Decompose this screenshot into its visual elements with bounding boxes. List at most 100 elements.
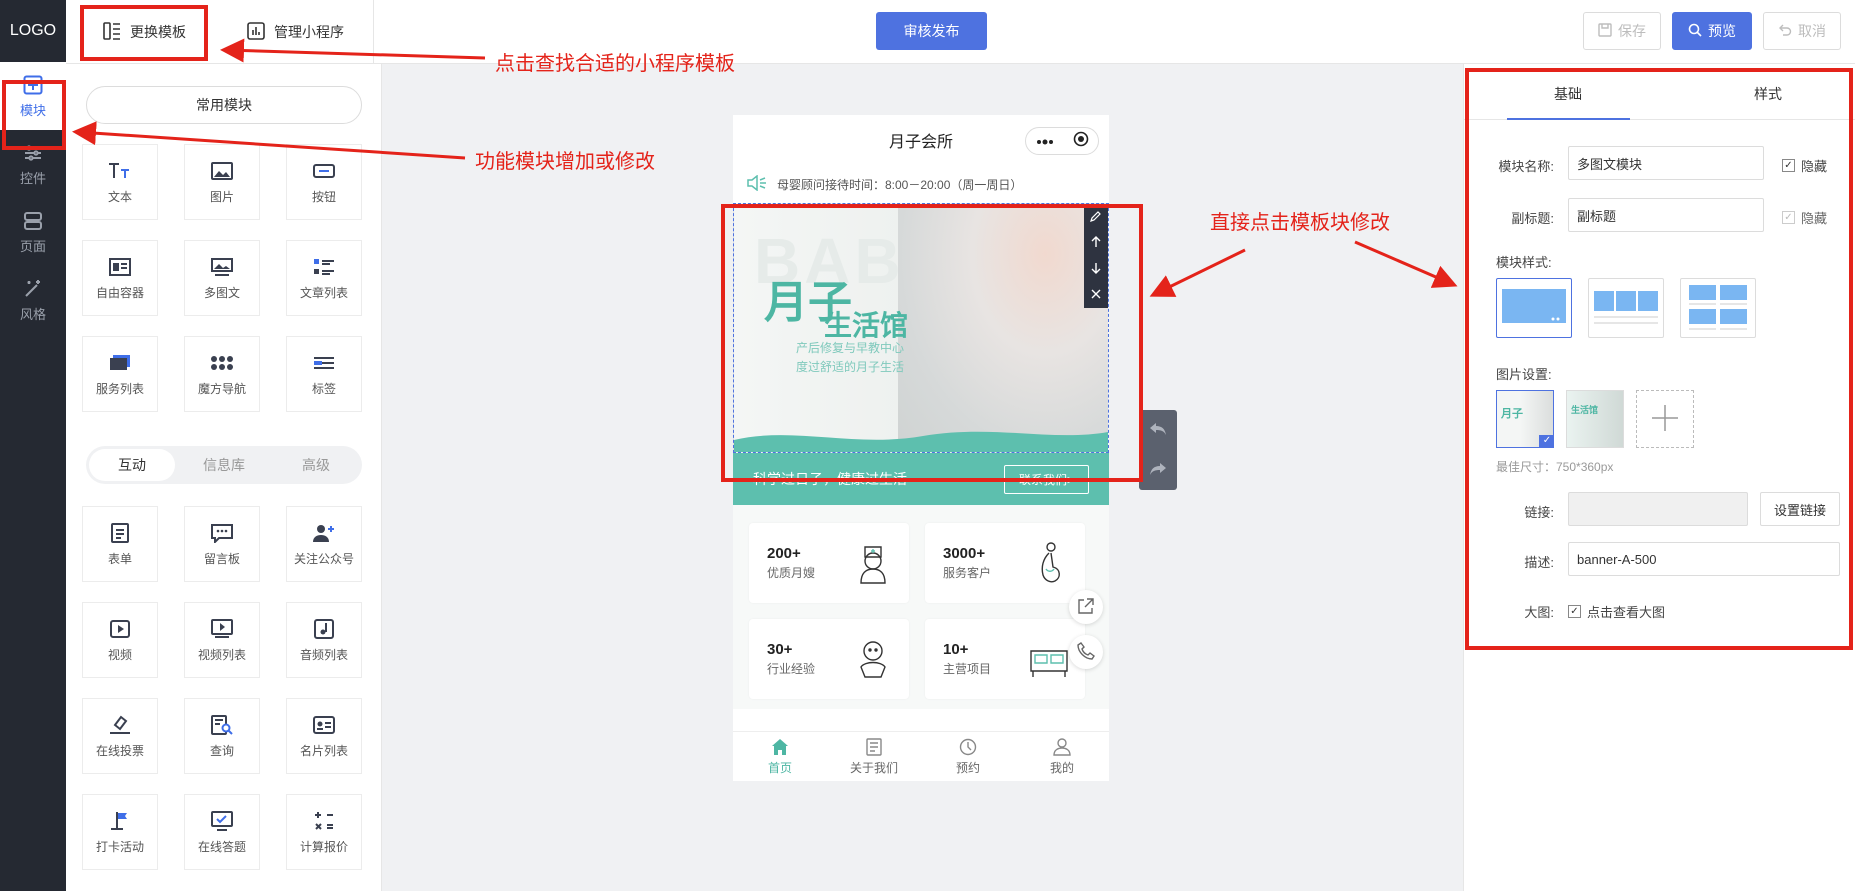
annotation-modules: 功能模块增加或修改 — [475, 151, 655, 173]
notice-bar[interactable]: 母婴顾问接待时间：8:00－20:00（周一周日） — [733, 165, 1109, 203]
undo-arrow-icon — [1149, 422, 1167, 439]
arrow-to-banner — [1149, 248, 1246, 297]
button-icon — [312, 160, 336, 182]
module-audio-list[interactable]: 音频列表 — [286, 602, 362, 678]
module-label: 视频 — [107, 647, 132, 662]
module-follow-account[interactable]: 关注公众号 — [286, 506, 362, 582]
module-label: 魔方导航 — [197, 381, 246, 396]
module-label: 视频列表 — [197, 647, 246, 662]
audio-list-icon — [312, 618, 336, 640]
follow-user-icon — [312, 522, 336, 544]
module-panel: 常用模块 文本 图片 按钮 自由容器 多图文 文章列表 服务列表 魔方导航 标签… — [66, 64, 382, 891]
server-icon — [22, 210, 44, 232]
cube-nav-icon — [210, 352, 234, 374]
module-label: 查询 — [209, 743, 234, 758]
module-label: 服务列表 — [95, 381, 144, 396]
segment-advanced[interactable]: 高级 — [273, 449, 359, 481]
module-query[interactable]: 查询 — [184, 698, 260, 774]
module-category-segment: 互动 信息库 高级 — [86, 446, 362, 484]
stats-section: 200+ 优质月嫂 3000+ 服务客户 30+ 行业经验 10+ 主营项目 — [733, 505, 1109, 709]
top-bar: 更换模板 管理小程序 审核发布 保存 预览 取消 — [66, 0, 1855, 64]
stat-card[interactable]: 3000+ 服务客户 — [925, 523, 1085, 603]
clock-icon — [959, 738, 977, 759]
notice-text: 母婴顾问接待时间：8:00－20:00（周一周日） — [777, 177, 1023, 192]
phone-tab-booking[interactable]: 预约 — [921, 732, 1015, 781]
card-list-icon — [312, 714, 336, 736]
search-icon — [1688, 23, 1702, 40]
phone-tab-label: 首页 — [767, 760, 792, 775]
module-text[interactable]: 文本 — [82, 144, 158, 220]
phone-icon — [1077, 641, 1095, 663]
module-cube-nav[interactable]: 魔方导航 — [184, 336, 260, 412]
module-free-container[interactable]: 自由容器 — [82, 240, 158, 316]
annotation-template: 点击查找合适的小程序模板 — [495, 53, 735, 75]
phone-tab-home[interactable]: 首页 — [733, 732, 827, 781]
module-service-list[interactable]: 服务列表 — [82, 336, 158, 412]
module-calculate-quote[interactable]: 计算报价 — [286, 794, 362, 870]
publish-button[interactable]: 审核发布 — [876, 12, 987, 50]
text-icon — [108, 160, 132, 182]
segment-info-library[interactable]: 信息库 — [181, 449, 267, 481]
rail-item-pages[interactable]: 页面 — [0, 198, 66, 266]
rail-item-label: 风格 — [19, 306, 46, 322]
cancel-button[interactable]: 取消 — [1763, 12, 1841, 50]
common-modules-header[interactable]: 常用模块 — [86, 86, 362, 124]
save-label: 保存 — [1618, 23, 1646, 39]
phone-tab-about[interactable]: 关于我们 — [827, 732, 921, 781]
module-message-board[interactable]: 留言板 — [184, 506, 260, 582]
stat-card[interactable]: 10+ 主营项目 — [925, 619, 1085, 699]
stat-card[interactable]: 30+ 行业经验 — [749, 619, 909, 699]
undo-redo-toolbar — [1139, 410, 1177, 490]
phone-tab-mine[interactable]: 我的 — [1015, 732, 1109, 781]
video-icon — [108, 618, 132, 640]
module-card-list[interactable]: 名片列表 — [286, 698, 362, 774]
pregnant-icon — [1041, 542, 1060, 583]
rail-item-style[interactable]: 风格 — [0, 266, 66, 334]
module-checkin-activity[interactable]: 打卡活动 — [82, 794, 158, 870]
miniapp-capsule — [1025, 127, 1099, 155]
phone-float-button[interactable] — [1069, 635, 1103, 669]
baby-icon — [860, 641, 886, 678]
phone-header: 月子会所 — [733, 115, 1109, 165]
module-label: 音频列表 — [299, 647, 348, 662]
module-label: 按钮 — [311, 189, 336, 204]
module-image[interactable]: 图片 — [184, 144, 260, 220]
save-button[interactable]: 保存 — [1583, 12, 1661, 50]
phone-tab-label: 预约 — [955, 760, 980, 775]
cancel-label: 取消 — [1798, 23, 1826, 39]
module-video[interactable]: 视频 — [82, 602, 158, 678]
module-tag[interactable]: 标签 — [286, 336, 362, 412]
multi-image-text-icon — [210, 256, 234, 278]
module-label: 文本 — [107, 189, 132, 204]
module-online-vote[interactable]: 在线投票 — [82, 698, 158, 774]
module-article-list[interactable]: 文章列表 — [286, 240, 362, 316]
tab-manage-miniapp[interactable]: 管理小程序 — [246, 12, 344, 52]
module-label: 计算报价 — [299, 839, 348, 854]
phone-title: 月子会所 — [888, 134, 953, 151]
module-button[interactable]: 按钮 — [286, 144, 362, 220]
close-target-icon — [1073, 131, 1089, 152]
module-label: 在线答题 — [197, 839, 246, 854]
bar-chart-icon — [246, 21, 266, 44]
stat-card[interactable]: 200+ 优质月嫂 — [749, 523, 909, 603]
document-icon — [865, 737, 883, 759]
share-icon — [1077, 597, 1095, 618]
container-icon — [108, 256, 132, 278]
user-icon — [1053, 737, 1071, 759]
module-video-list[interactable]: 视频列表 — [184, 602, 260, 678]
checkin-flag-icon — [108, 810, 132, 832]
undo-button[interactable] — [1139, 410, 1177, 450]
redo-button[interactable] — [1139, 450, 1177, 490]
module-form[interactable]: 表单 — [82, 506, 158, 582]
segment-interactive[interactable]: 互动 — [89, 449, 175, 481]
calculator-icon — [312, 810, 336, 832]
module-online-quiz[interactable]: 在线答题 — [184, 794, 260, 870]
preview-button[interactable]: 预览 — [1672, 12, 1752, 50]
share-float-button[interactable] — [1069, 590, 1103, 624]
bed-icon — [1030, 650, 1068, 677]
module-multi-image-text[interactable]: 多图文 — [184, 240, 260, 316]
module-label: 自由容器 — [95, 285, 144, 300]
video-list-icon — [210, 618, 234, 640]
module-label: 关注公众号 — [293, 551, 354, 566]
vote-icon — [108, 714, 132, 736]
